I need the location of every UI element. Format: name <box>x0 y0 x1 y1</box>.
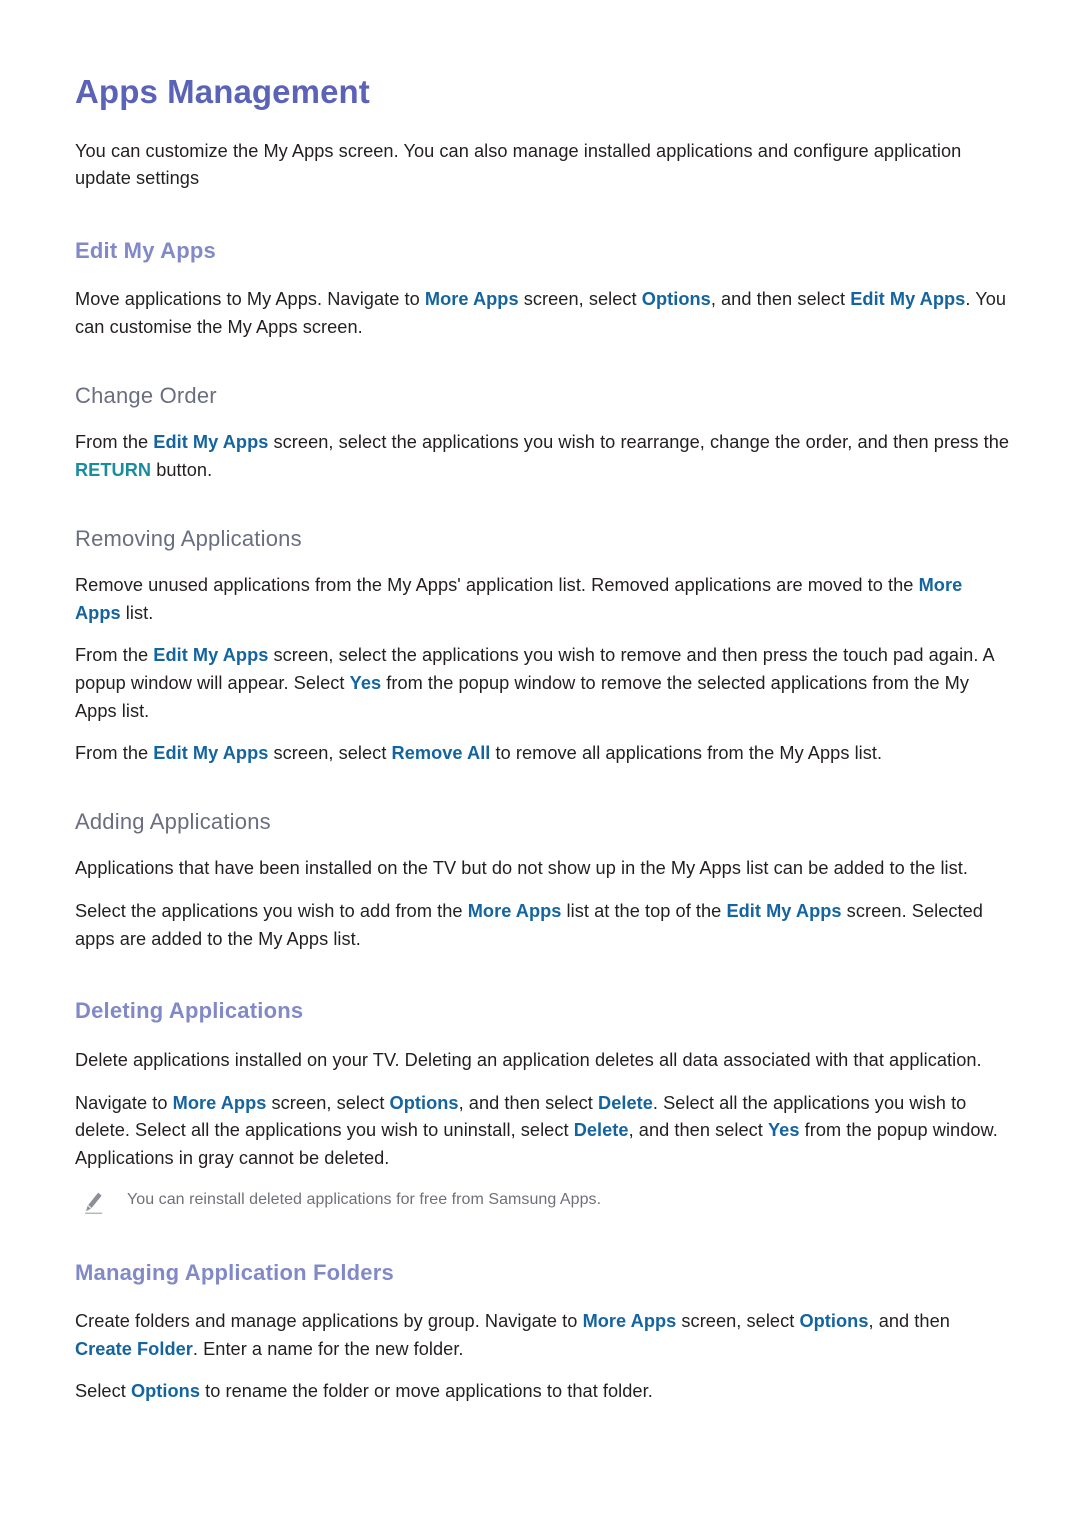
section-body-managing-application-folders: Create folders and manage applications b… <box>75 1308 1010 1406</box>
keyword-edit-my-apps: Edit My Apps <box>153 432 269 453</box>
paragraph: Move applications to My Apps. Navigate t… <box>75 289 1007 338</box>
heading-change-order: Change Order <box>75 382 217 408</box>
heading-removing-applications: Removing Applications <box>75 525 302 551</box>
keyword-yes: Yes <box>768 1120 800 1141</box>
section-body-adding-applications: Applications that have been installed on… <box>75 855 1010 953</box>
section-body-removing-applications: Remove unused applications from the My A… <box>75 572 1010 768</box>
sections-container: Edit My Apps Move applications to My Apps… <box>75 237 1010 1406</box>
paragraph: Delete applications installed on your TV… <box>75 1049 982 1070</box>
keyword-edit-my-apps: Edit My Apps <box>153 645 269 666</box>
keyword-yes: Yes <box>349 673 382 693</box>
pencil-icon <box>83 1191 105 1215</box>
keyword-more-apps: More Apps <box>75 575 963 623</box>
heading-edit-my-apps: Edit My Apps <box>75 237 216 263</box>
paragraph: From the Edit My Apps screen, select the… <box>75 645 994 721</box>
keyword-remove-all: Remove All <box>391 743 491 764</box>
heading-deleting-applications: Deleting Applications <box>75 998 304 1024</box>
keyword-delete: Delete <box>573 1120 629 1141</box>
keyword-options: Options <box>389 1092 459 1113</box>
keyword-delete: Delete <box>598 1092 653 1113</box>
keyword-options: Options <box>130 1381 201 1402</box>
paragraph: Select the applications you wish to add … <box>75 901 983 949</box>
paragraph: From the Edit My Apps screen, select the… <box>75 432 1010 480</box>
paragraph: Remove unused applications from the My A… <box>75 575 963 623</box>
note-text: You can reinstall deleted applications f… <box>127 1190 602 1208</box>
keyword-options: Options <box>641 289 711 310</box>
intro-paragraph: You can customize the My Apps screen. Yo… <box>75 140 962 189</box>
paragraph: From the Edit My Apps screen, select Rem… <box>75 743 883 764</box>
note-row: You can reinstall deleted applications f… <box>83 1188 1010 1215</box>
keyword-more-apps: More Apps <box>467 901 562 922</box>
section-body-deleting-applications: Delete applications installed on your TV… <box>75 1047 1010 1215</box>
heading-managing-application-folders: Managing Application Folders <box>75 1259 394 1285</box>
paragraph: Select Options to rename the folder or m… <box>75 1381 653 1402</box>
keyword-more-apps: More Apps <box>172 1092 267 1113</box>
keyword-more-apps: More Apps <box>582 1311 677 1332</box>
keyword-create-folder: Create Folder <box>75 1338 193 1359</box>
paragraph: Navigate to More Apps screen, select Opt… <box>75 1092 998 1168</box>
section-body-change-order: From the Edit My Apps screen, select the… <box>75 429 1010 484</box>
keyword-edit-my-apps: Edit My Apps <box>153 743 269 764</box>
keyword-edit-my-apps: Edit My Apps <box>726 901 842 922</box>
paragraph: Applications that have been installed on… <box>75 858 968 879</box>
document-page: Apps Management You can customize the My… <box>0 0 1080 1527</box>
keyword-edit-my-apps: Edit My Apps <box>850 289 966 310</box>
keyword-options: Options <box>799 1311 869 1332</box>
page-title: Apps Management <box>75 73 370 110</box>
heading-adding-applications: Adding Applications <box>75 808 271 834</box>
paragraph: Create folders and manage applications b… <box>75 1311 950 1359</box>
keyword-return: RETURN <box>75 459 152 480</box>
keyword-more-apps: More Apps <box>424 289 519 310</box>
section-body-edit-my-apps: Move applications to My Apps. Navigate t… <box>75 286 1010 341</box>
